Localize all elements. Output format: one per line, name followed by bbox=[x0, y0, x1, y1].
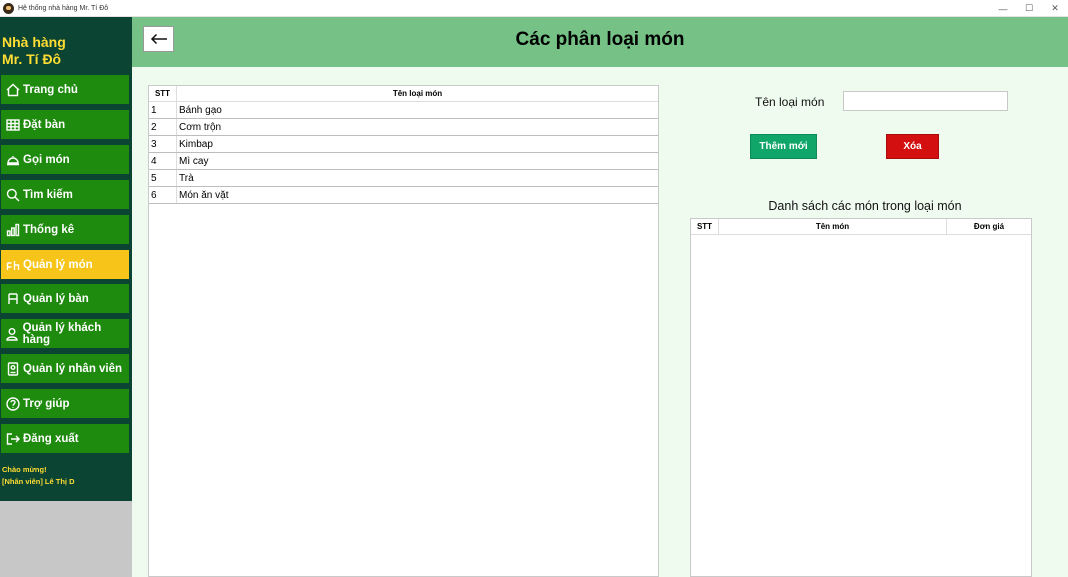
dish-list-caption: Danh sách các món trong loại món bbox=[768, 199, 962, 213]
sidebar-item-label: Quản lý món bbox=[23, 258, 93, 271]
table-grid-icon bbox=[5, 117, 20, 132]
window-controls: — ☐ ✕ bbox=[990, 0, 1068, 17]
table-row[interactable]: 4 Mì cay bbox=[149, 153, 658, 170]
table-row[interactable]: 2 Cơm trộn bbox=[149, 119, 658, 136]
cell-ten-loai-mon: Cơm trộn bbox=[179, 121, 222, 133]
sidebar-item-label: Tìm kiếm bbox=[23, 188, 73, 201]
delete-category-button[interactable]: Xóa bbox=[886, 134, 939, 159]
brand-title: Nhà hàng Mr. Tí Đô bbox=[2, 34, 66, 68]
column-header-stt[interactable]: STT bbox=[691, 219, 719, 234]
dish-cover-icon bbox=[5, 152, 20, 167]
greeting: Chào mừng! [Nhân viên] Lê Thị D bbox=[2, 464, 75, 488]
cell-stt: 5 bbox=[149, 170, 177, 186]
sidebar-item-label: Trang chủ bbox=[23, 83, 78, 96]
cell-ten-loai-mon: Món ăn vặt bbox=[179, 189, 229, 201]
window-title: Hệ thống nhà hàng Mr. Tí Đô bbox=[18, 4, 109, 12]
id-badge-icon bbox=[5, 361, 20, 376]
sidebar-footer bbox=[0, 501, 132, 577]
page-title: Các phân loại món bbox=[515, 29, 685, 50]
column-header-ten-loai-mon[interactable]: Tên loại món bbox=[177, 86, 658, 101]
sidebar-item-label: Đặt bàn bbox=[23, 118, 66, 131]
menu-manage-icon bbox=[5, 257, 20, 272]
sidebar-item-label: Trợ giúp bbox=[23, 397, 70, 410]
sidebar-item-trang-chu[interactable]: Trang chủ bbox=[1, 75, 129, 104]
sidebar-item-goi-mon[interactable]: Gọi món bbox=[1, 145, 129, 174]
cell-stt: 6 bbox=[149, 187, 177, 203]
main-content: STT Tên loại món 1 Bánh gạo 2 Cơm trộn 3… bbox=[132, 67, 1068, 577]
category-table[interactable]: STT Tên loại món 1 Bánh gạo 2 Cơm trộn 3… bbox=[148, 85, 659, 577]
search-icon bbox=[5, 187, 20, 202]
sidebar-item-dang-xuat[interactable]: Đăng xuất bbox=[1, 424, 129, 453]
home-icon bbox=[5, 82, 20, 97]
brand-line-1: Nhà hàng bbox=[2, 34, 66, 50]
cell-ten-loai-mon: Mì cay bbox=[179, 155, 209, 167]
sidebar-item-label: Gọi món bbox=[23, 153, 70, 166]
sidebar-item-label: Quản lý khách hàng bbox=[22, 321, 102, 346]
cell-ten-loai-mon: Bánh gạo bbox=[179, 104, 222, 116]
table-row[interactable]: 3 Kimbap bbox=[149, 136, 658, 153]
cell-stt: 4 bbox=[149, 153, 177, 169]
help-icon bbox=[5, 396, 20, 411]
app-logo-icon bbox=[3, 2, 14, 14]
page-header: Các phân loại món bbox=[132, 17, 1068, 67]
add-category-button[interactable]: Thêm mới bbox=[750, 134, 817, 159]
table-row[interactable]: 1 Bánh gạo bbox=[149, 102, 658, 119]
cell-stt: 3 bbox=[149, 136, 177, 152]
sidebar-item-label: Quản lý bàn bbox=[23, 292, 89, 305]
maximize-button[interactable]: ☐ bbox=[1016, 0, 1042, 17]
table-row[interactable]: 6 Món ăn vặt bbox=[149, 187, 658, 204]
sidebar: Nhà hàng Mr. Tí Đô Trang chủ Đặt bàn Gọi… bbox=[0, 17, 132, 501]
cell-ten-loai-mon: Trà bbox=[179, 172, 194, 184]
cell-ten-loai-mon: Kimbap bbox=[179, 138, 213, 150]
current-user: [Nhân viên] Lê Thị D bbox=[2, 477, 75, 486]
sidebar-item-tim-kiem[interactable]: Tìm kiếm bbox=[1, 180, 129, 209]
column-header-ten-mon[interactable]: Tên món bbox=[719, 219, 947, 234]
category-name-input[interactable] bbox=[843, 91, 1008, 111]
brand-line-2: Mr. Tí Đô bbox=[2, 51, 62, 67]
sidebar-item-quan-ly-nhan-vien[interactable]: Quản lý nhân viên bbox=[1, 354, 129, 383]
cell-stt: 1 bbox=[149, 102, 177, 118]
user-icon bbox=[5, 326, 20, 341]
sidebar-item-label: Đăng xuất bbox=[23, 432, 79, 445]
chart-icon bbox=[5, 222, 20, 237]
window-titlebar: Hệ thống nhà hàng Mr. Tí Đô — ☐ ✕ bbox=[0, 0, 1068, 17]
table-row[interactable]: 5 Trà bbox=[149, 170, 658, 187]
greeting-text: Chào mừng! bbox=[2, 465, 47, 474]
logout-icon bbox=[5, 431, 20, 446]
dish-table[interactable]: STT Tên món Đơn giá bbox=[690, 218, 1032, 577]
dish-table-header: STT Tên món Đơn giá bbox=[691, 219, 1031, 235]
sidebar-item-quan-ly-khach-hang[interactable]: Quản lý khách hàng bbox=[1, 319, 129, 348]
cell-stt: 2 bbox=[149, 119, 177, 135]
column-header-stt[interactable]: STT bbox=[149, 86, 177, 101]
category-table-header: STT Tên loại món bbox=[149, 86, 658, 102]
sidebar-item-thong-ke[interactable]: Thống kê bbox=[1, 215, 129, 244]
sidebar-item-label: Quản lý nhân viên bbox=[23, 362, 123, 375]
sidebar-item-quan-ly-ban[interactable]: Quản lý bàn bbox=[1, 284, 129, 313]
sidebar-item-quan-ly-mon[interactable]: Quản lý món bbox=[1, 250, 129, 279]
sidebar-item-tro-giup[interactable]: Trợ giúp bbox=[1, 389, 129, 418]
minimize-button[interactable]: — bbox=[990, 0, 1016, 17]
chair-icon bbox=[5, 291, 20, 306]
sidebar-item-label: Thống kê bbox=[23, 223, 75, 236]
column-header-don-gia[interactable]: Đơn giá bbox=[947, 219, 1031, 234]
close-button[interactable]: ✕ bbox=[1042, 0, 1068, 17]
category-name-label: Tên loại món bbox=[755, 95, 825, 109]
sidebar-item-dat-ban[interactable]: Đặt bàn bbox=[1, 110, 129, 139]
